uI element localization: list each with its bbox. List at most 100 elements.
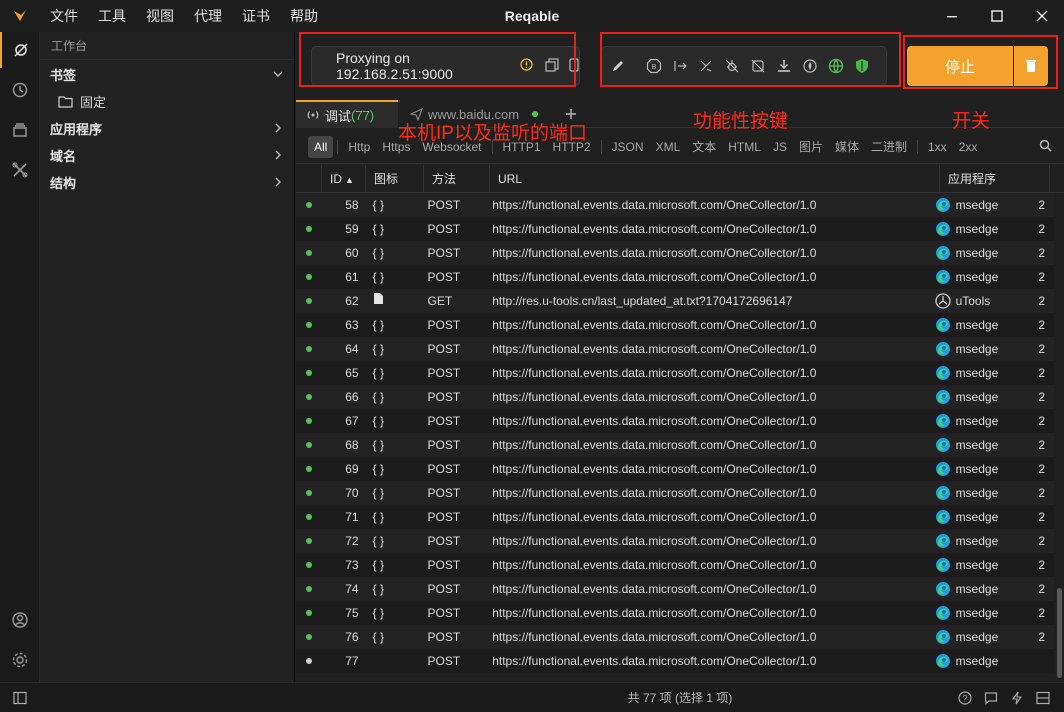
filter-binary[interactable]: 二进制	[865, 136, 913, 158]
row-app: msedge	[927, 193, 1035, 217]
filter-json[interactable]: JSON	[606, 136, 650, 158]
row-more: 2	[1038, 222, 1046, 236]
table-row[interactable]: 65 { } POST https://functional.events.data.…	[296, 361, 1054, 385]
col-app[interactable]: 应用程序	[940, 165, 1050, 193]
row-id: 71	[345, 510, 359, 524]
col-icon[interactable]: 图标	[366, 165, 424, 193]
collections-icon[interactable]	[0, 112, 40, 148]
table-row[interactable]: 70 { } POST https://functional.events.data.…	[296, 481, 1054, 505]
row-more: 2	[1038, 198, 1046, 212]
col-status	[296, 165, 322, 193]
row-more: 2	[1038, 606, 1046, 620]
help-icon[interactable]: ?	[952, 683, 978, 712]
msedge-icon	[935, 197, 951, 213]
menu-tools[interactable]: 工具	[88, 0, 136, 32]
filter-media[interactable]: 媒体	[829, 136, 865, 158]
table-row[interactable]: 62 GET http://res.u-tools.cn/last_updated_…	[296, 289, 1054, 313]
filter-http[interactable]: Http	[342, 136, 376, 158]
status-dot-cell	[296, 625, 321, 649]
row-app-label: msedge	[955, 534, 999, 548]
account-icon[interactable]	[0, 602, 40, 638]
scroll-thumb[interactable]	[1057, 588, 1062, 678]
row-icon-cell: { }	[365, 193, 422, 217]
annotation-box-functions	[600, 32, 901, 87]
row-app: msedge	[927, 217, 1035, 241]
status-dot	[305, 298, 312, 304]
row-app-label: msedge	[955, 414, 999, 428]
filter-text[interactable]: 文本	[686, 136, 722, 158]
filter-1xx[interactable]: 1xx	[922, 136, 953, 158]
table-row[interactable]: 61 { } POST https://functional.events.data.…	[296, 265, 1054, 289]
sidebar-item-pinned[interactable]: 固定	[40, 88, 294, 115]
filter-all[interactable]: All	[308, 135, 334, 158]
row-icon-cell: { }	[365, 337, 422, 361]
tools-icon[interactable]	[0, 152, 40, 188]
status-dot-cell	[296, 409, 321, 433]
menu-file[interactable]: 文件	[40, 0, 88, 32]
lightning-icon[interactable]	[1004, 683, 1030, 712]
row-id: 59	[345, 222, 359, 236]
table-row[interactable]: 76 { } POST https://functional.events.data.…	[296, 625, 1054, 649]
table-row[interactable]: 64 { } POST https://functional.events.data.…	[296, 337, 1054, 361]
menu-proxy[interactable]: 代理	[184, 0, 232, 32]
col-url[interactable]: URL	[490, 165, 940, 193]
settings-gear-icon[interactable]	[0, 642, 40, 678]
sidebar-item-apps[interactable]: 应用程序	[40, 115, 294, 142]
col-id[interactable]: ID ▲	[322, 165, 366, 193]
status-dot-cell	[296, 385, 321, 409]
table-row[interactable]: 73 { } POST https://functional.events.data.…	[296, 553, 1054, 577]
table-row[interactable]: 67 { } POST https://functional.events.data.…	[296, 409, 1054, 433]
msedge-icon	[935, 605, 951, 621]
table-row[interactable]: 77 POST https://functional.events.data.mic…	[296, 649, 1054, 673]
reqable-logo-icon	[0, 0, 40, 32]
sidebar-item-domains[interactable]: 域名	[40, 142, 294, 169]
row-icon-cell: { }	[365, 553, 422, 577]
sidebar-item-structure[interactable]: 结构	[40, 169, 294, 196]
table-row[interactable]: 69 { } POST https://functional.events.data.…	[296, 457, 1054, 481]
table-row[interactable]: 59 { } POST https://functional.events.data.…	[296, 217, 1054, 241]
table-row[interactable]: 75 { } POST https://functional.events.data.…	[296, 601, 1054, 625]
toggle-sidebar-icon[interactable]	[7, 683, 33, 712]
table-row[interactable]: 58 { } POST https://functional.events.data.…	[296, 193, 1054, 217]
status-dot-cell	[296, 505, 321, 529]
table-row[interactable]: 74 { } POST https://functional.events.data.…	[296, 577, 1054, 601]
table-row[interactable]: 71 { } POST https://functional.events.data.…	[296, 505, 1054, 529]
filter-html[interactable]: HTML	[722, 136, 767, 158]
json-icon: { }	[372, 462, 384, 476]
col-more[interactable]	[1050, 165, 1064, 193]
tab-debug[interactable]: 调试 (77)	[296, 100, 398, 128]
filter-xml[interactable]: XML	[650, 136, 687, 158]
table-row[interactable]: 63 { } POST https://functional.events.data.…	[296, 313, 1054, 337]
sidebar-item-label: 结构	[50, 176, 77, 191]
row-more: 2	[1038, 582, 1046, 596]
minimize-button[interactable]	[929, 0, 974, 32]
filter-2xx[interactable]: 2xx	[953, 136, 984, 158]
status-dot	[305, 490, 312, 496]
table-row[interactable]: 66 { } POST https://functional.events.data.…	[296, 385, 1054, 409]
status-summary: 共 77 项 (选择 1 项)	[627, 691, 733, 705]
sidebar-item-bookmarks[interactable]: 书签	[40, 61, 294, 88]
search-icon[interactable]	[1039, 139, 1052, 155]
table-row[interactable]: 60 { } POST https://functional.events.data.…	[296, 241, 1054, 265]
filter-js[interactable]: JS	[767, 136, 793, 158]
row-id: 68	[345, 438, 359, 452]
filter-image[interactable]: 图片	[793, 136, 829, 158]
row-icon-cell: { }	[365, 481, 422, 505]
maximize-button[interactable]	[974, 0, 1019, 32]
table-row[interactable]: 72 { } POST https://functional.events.data.…	[296, 529, 1054, 553]
row-url: https://functional.events.data.microsoft…	[492, 246, 817, 260]
close-button[interactable]	[1019, 0, 1064, 32]
menu-help[interactable]: 帮助	[280, 0, 328, 32]
row-app-label: msedge	[955, 246, 999, 260]
layout-split-icon[interactable]	[1030, 683, 1056, 712]
feedback-icon[interactable]	[978, 683, 1004, 712]
table-row[interactable]: 68 { } POST https://functional.events.data.…	[296, 433, 1054, 457]
capture-icon[interactable]	[0, 32, 40, 68]
col-method[interactable]: 方法	[424, 165, 490, 193]
menu-certificate[interactable]: 证书	[232, 0, 280, 32]
menu-view[interactable]: 视图	[136, 0, 184, 32]
history-icon[interactable]	[0, 72, 40, 108]
scrollbar[interactable]	[1055, 193, 1063, 679]
chevron-right-icon	[275, 123, 281, 133]
row-id: 73	[345, 558, 359, 572]
